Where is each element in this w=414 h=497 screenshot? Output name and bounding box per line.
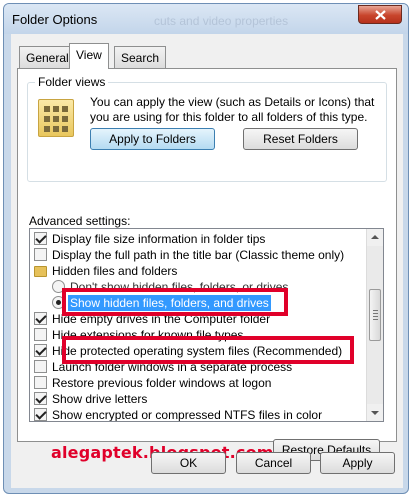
tab-view[interactable]: View	[69, 43, 109, 69]
list-item[interactable]: Show encrypted or compressed NTFS files …	[30, 407, 360, 421]
checkbox[interactable]	[34, 232, 47, 245]
folder-views-icon	[38, 99, 74, 137]
view-tab-panel: You can apply the view (such as Details …	[17, 68, 397, 462]
close-button[interactable]	[358, 5, 402, 24]
advanced-settings-list[interactable]: Display file size information in folder …	[29, 228, 384, 422]
list-item: Hidden files and folders	[30, 263, 360, 279]
checkbox[interactable]	[34, 360, 47, 373]
checkbox[interactable]	[34, 344, 47, 357]
cancel-button[interactable]: Cancel	[236, 452, 311, 474]
list-item[interactable]: Restore previous folder windows at logon	[30, 375, 360, 391]
folder-options-window: Folder Options cuts and video properties…	[3, 3, 409, 494]
tab-search-label: Search	[121, 51, 160, 65]
background-window-text: cuts and video properties	[154, 14, 289, 28]
list-item[interactable]: Show drive letters	[30, 391, 360, 407]
checkbox[interactable]	[34, 376, 47, 389]
annotation-highlight-box	[62, 288, 288, 316]
checkbox[interactable]	[34, 312, 47, 325]
folder-views-label: Folder views	[35, 75, 109, 89]
window-title: Folder Options	[12, 12, 98, 27]
checkbox[interactable]	[34, 392, 47, 405]
title-bar[interactable]: Folder Options cuts and video properties	[4, 4, 408, 34]
scroll-thumb[interactable]	[369, 289, 381, 341]
scroll-up-arrow[interactable]	[367, 229, 383, 246]
advanced-settings-label: Advanced settings:	[29, 214, 131, 228]
checkbox[interactable]	[34, 408, 47, 421]
tab-view-label: View	[76, 48, 102, 62]
tab-general[interactable]: General	[19, 46, 76, 68]
list-item[interactable]: Display the full path in the title bar (…	[30, 247, 360, 263]
scroll-down-arrow[interactable]	[367, 404, 383, 421]
annotation-highlight-box	[62, 336, 354, 364]
list-item[interactable]: Display file size information in folder …	[30, 231, 360, 247]
checkbox[interactable]	[34, 248, 47, 261]
chevron-up-icon	[371, 235, 379, 239]
dialog-client-area: General View Search You can apply the vi…	[11, 34, 403, 488]
tab-search[interactable]: Search	[114, 46, 167, 68]
reset-folders-button[interactable]: Reset Folders	[243, 128, 358, 150]
tab-general-label: General	[26, 51, 69, 65]
folder-views-description: You can apply the view (such as Details …	[90, 95, 375, 124]
chevron-down-icon	[371, 411, 379, 415]
folder-icon	[34, 266, 47, 277]
folder-views-group: You can apply the view (such as Details …	[27, 82, 387, 182]
apply-button[interactable]: Apply	[320, 452, 395, 474]
checkbox[interactable]	[34, 328, 47, 341]
vertical-scrollbar[interactable]	[366, 229, 383, 421]
close-icon	[374, 10, 386, 20]
apply-to-folders-button[interactable]: Apply to Folders	[90, 128, 215, 150]
ok-button[interactable]: OK	[151, 452, 226, 474]
